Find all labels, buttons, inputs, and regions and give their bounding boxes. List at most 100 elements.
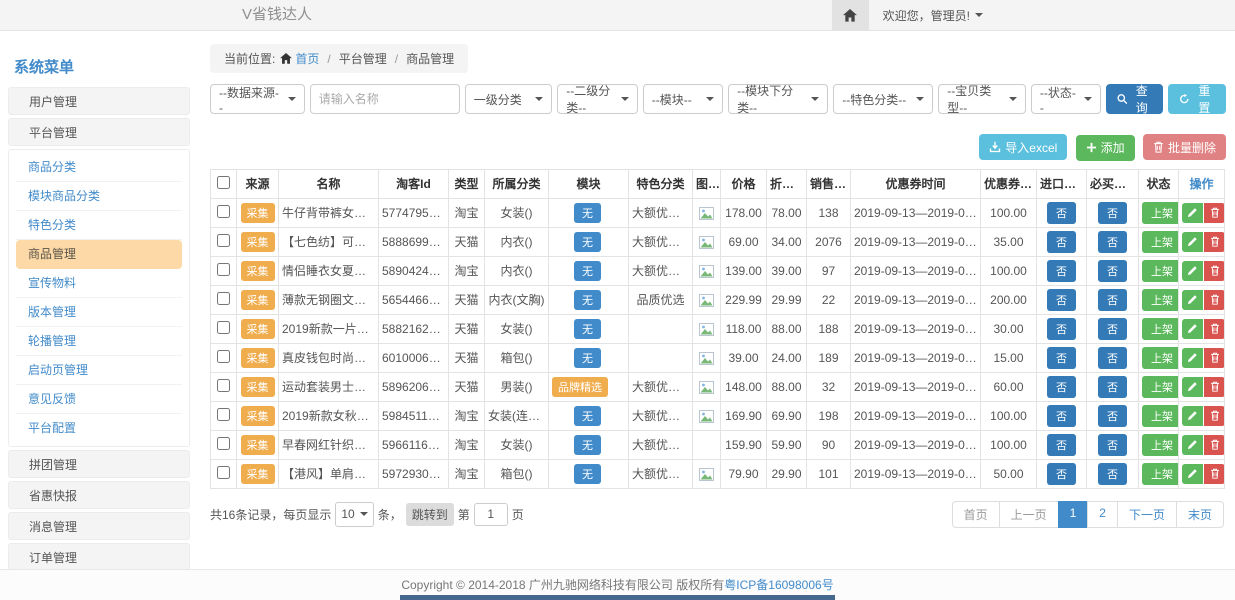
select-all-checkbox-cell[interactable] (211, 169, 237, 198)
icp-link[interactable]: 粤ICP备16098006号 (724, 578, 833, 592)
status-button[interactable]: 上架 (1142, 405, 1179, 427)
import-select-toggle[interactable]: 否 (1047, 463, 1076, 485)
edit-button[interactable] (1182, 319, 1203, 339)
delete-button[interactable] (1204, 435, 1225, 455)
status-button[interactable]: 上架 (1142, 318, 1179, 340)
breadcrumb-home-link[interactable]: 首页 (280, 50, 319, 67)
delete-button[interactable] (1204, 232, 1225, 252)
must-buy-toggle[interactable]: 否 (1098, 376, 1127, 398)
sidebar-group-item[interactable]: 消息管理 (8, 512, 190, 540)
must-buy-toggle[interactable]: 否 (1098, 434, 1127, 456)
import-select-toggle[interactable]: 否 (1047, 347, 1076, 369)
edit-button[interactable] (1182, 464, 1203, 484)
delete-button[interactable] (1204, 261, 1225, 281)
pagination-button[interactable]: 末页 (1176, 501, 1224, 528)
per-page-select[interactable]: 10 (335, 502, 373, 527)
edit-button[interactable] (1182, 435, 1203, 455)
import-select-toggle[interactable]: 否 (1047, 260, 1076, 282)
import-select-toggle[interactable]: 否 (1047, 289, 1076, 311)
import-select-toggle[interactable]: 否 (1047, 405, 1076, 427)
add-button[interactable]: 添加 (1076, 135, 1135, 161)
status-button[interactable]: 上架 (1142, 347, 1179, 369)
sidebar-group-item[interactable]: 用户管理 (8, 87, 190, 115)
must-buy-toggle[interactable]: 否 (1098, 202, 1127, 224)
import-excel-button[interactable]: 导入excel (979, 134, 1067, 160)
row-checkbox[interactable] (217, 292, 230, 305)
filter-select[interactable]: --宝贝类型-- (938, 84, 1026, 114)
breadcrumb-item[interactable]: 平台管理 (339, 50, 387, 67)
delete-button[interactable] (1204, 203, 1225, 223)
must-buy-toggle[interactable]: 否 (1098, 260, 1127, 282)
sidebar-sub-item[interactable]: 商品分类 (16, 153, 182, 182)
page-number-input[interactable] (474, 503, 508, 526)
search-button[interactable]: 查询 (1106, 84, 1164, 114)
sidebar-sub-item[interactable]: 特色分类 (16, 211, 182, 240)
sidebar-sub-item[interactable]: 模块商品分类 (16, 182, 182, 211)
must-buy-toggle[interactable]: 否 (1098, 231, 1127, 253)
filter-select[interactable]: --二级分类-- (557, 84, 637, 114)
sidebar-sub-item[interactable]: 宣传物料 (16, 269, 182, 298)
filter-select[interactable]: --状态-- (1031, 84, 1101, 114)
pagination-button[interactable]: 2 (1087, 501, 1118, 528)
sidebar-sub-item[interactable]: 商品管理 (16, 240, 182, 269)
jump-to-button[interactable]: 跳转到 (406, 503, 454, 526)
edit-button[interactable] (1182, 290, 1203, 310)
must-buy-toggle[interactable]: 否 (1098, 405, 1127, 427)
sidebar-sub-item[interactable]: 平台配置 (16, 414, 182, 443)
filter-select[interactable]: --模块-- (643, 84, 723, 114)
sidebar-sub-item[interactable]: 启动页管理 (16, 356, 182, 385)
delete-button[interactable] (1204, 348, 1225, 368)
edit-button[interactable] (1182, 348, 1203, 368)
edit-button[interactable] (1182, 377, 1203, 397)
user-menu[interactable]: 欢迎您，管理员! (883, 0, 983, 30)
delete-button[interactable] (1204, 290, 1225, 310)
import-select-toggle[interactable]: 否 (1047, 231, 1076, 253)
select-all-checkbox[interactable] (217, 176, 230, 189)
row-checkbox[interactable] (217, 263, 230, 276)
sidebar-sub-item[interactable]: 意见反馈 (16, 385, 182, 414)
row-checkbox[interactable] (217, 466, 230, 479)
status-button[interactable]: 上架 (1142, 463, 1179, 485)
row-checkbox[interactable] (217, 350, 230, 363)
edit-button[interactable] (1182, 232, 1203, 252)
delete-button[interactable] (1204, 464, 1225, 484)
filter-select[interactable]: 一级分类 (465, 84, 553, 114)
sidebar-group-item[interactable]: 省惠快报 (8, 481, 190, 509)
import-select-toggle[interactable]: 否 (1047, 434, 1076, 456)
must-buy-toggle[interactable]: 否 (1098, 347, 1127, 369)
import-select-toggle[interactable]: 否 (1047, 376, 1076, 398)
status-button[interactable]: 上架 (1142, 260, 1179, 282)
status-button[interactable]: 上架 (1142, 289, 1179, 311)
home-button[interactable] (832, 0, 869, 30)
name-search-input[interactable] (310, 84, 460, 114)
sidebar-group-item[interactable]: 平台管理 (8, 118, 190, 146)
delete-button[interactable] (1204, 406, 1225, 426)
delete-button[interactable] (1204, 377, 1225, 397)
pagination-button[interactable]: 首页 (952, 501, 1000, 528)
pagination-button[interactable]: 上一页 (999, 501, 1059, 528)
must-buy-toggle[interactable]: 否 (1098, 289, 1127, 311)
import-select-toggle[interactable]: 否 (1047, 202, 1076, 224)
row-checkbox[interactable] (217, 234, 230, 247)
edit-button[interactable] (1182, 261, 1203, 281)
row-checkbox[interactable] (217, 321, 230, 334)
pagination-button[interactable]: 下一页 (1117, 501, 1177, 528)
filter-select[interactable]: --模块下分类-- (728, 84, 828, 114)
batch-delete-button[interactable]: 批量删除 (1143, 134, 1226, 160)
breadcrumb-item[interactable]: 商品管理 (406, 50, 454, 67)
import-select-toggle[interactable]: 否 (1047, 318, 1076, 340)
sidebar-group-item[interactable]: 拼团管理 (8, 450, 190, 478)
sidebar-group-item[interactable]: 订单管理 (8, 543, 190, 571)
edit-button[interactable] (1182, 406, 1203, 426)
status-button[interactable]: 上架 (1142, 231, 1179, 253)
row-checkbox[interactable] (217, 379, 230, 392)
filter-select[interactable]: --数据来源-- (210, 84, 305, 114)
row-checkbox[interactable] (217, 408, 230, 421)
sidebar-sub-item[interactable]: 轮播管理 (16, 327, 182, 356)
status-button[interactable]: 上架 (1142, 376, 1179, 398)
status-button[interactable]: 上架 (1142, 202, 1179, 224)
must-buy-toggle[interactable]: 否 (1098, 463, 1127, 485)
status-button[interactable]: 上架 (1142, 434, 1179, 456)
row-checkbox[interactable] (217, 205, 230, 218)
pagination-button[interactable]: 1 (1058, 501, 1089, 528)
